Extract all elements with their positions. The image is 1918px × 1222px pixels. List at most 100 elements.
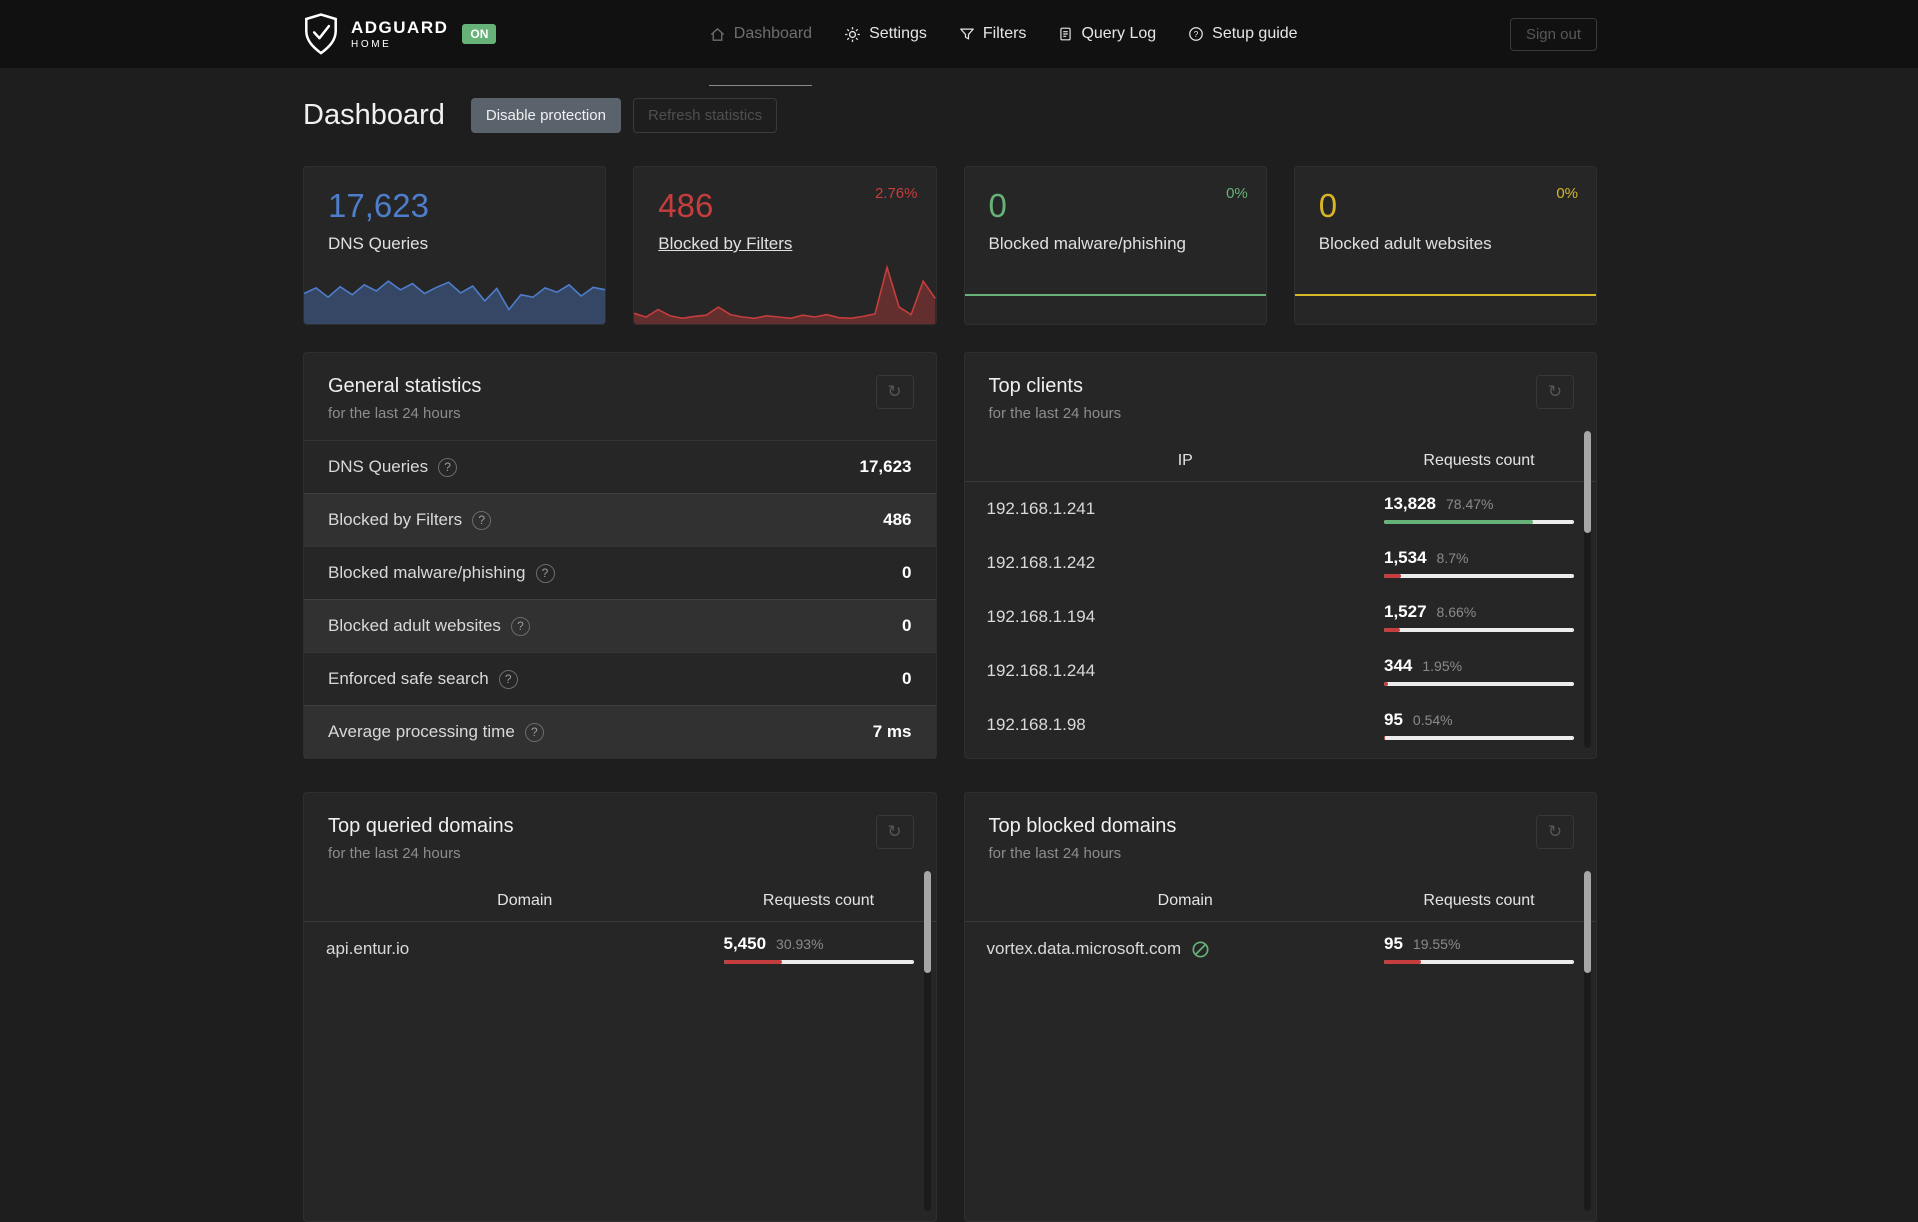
- top-queried-domains-table: api.entur.io 5,450 30.93%: [304, 922, 936, 976]
- requests-line: 13,828 78.47%: [1384, 494, 1574, 514]
- scrollbar[interactable]: [923, 871, 931, 1211]
- requests-cell: 95 19.55%: [1384, 934, 1574, 964]
- client-row: 192.168.1.194 1,527 8.66%: [965, 590, 1597, 644]
- refresh-button[interactable]: ↻: [875, 375, 914, 409]
- stat-name-label: DNS Queries: [328, 457, 429, 476]
- domain-row: vortex.data.microsoft.com 95 19.55%: [965, 922, 1597, 976]
- panel-subtitle: for the last 24 hours: [988, 845, 1122, 862]
- refresh-button[interactable]: ↻: [875, 815, 914, 849]
- trend-chart: [634, 264, 936, 324]
- client-ip[interactable]: 192.168.1.241: [987, 499, 1385, 519]
- stat-label-text: DNS Queries: [328, 234, 429, 253]
- nav-item-filters[interactable]: Filters: [959, 0, 1027, 68]
- help-icon[interactable]: ?: [498, 669, 518, 689]
- domain-label: api.entur.io: [326, 939, 410, 958]
- scrollbar[interactable]: [1584, 871, 1591, 1211]
- svg-text:?: ?: [1194, 29, 1199, 39]
- brand-title: ADGUARD: [351, 17, 449, 37]
- requests-count: 344: [1384, 656, 1413, 675]
- nav-item-setup-guide[interactable]: ? Setup guide: [1188, 0, 1298, 68]
- help-icon[interactable]: ?: [535, 563, 555, 583]
- progress-fill: [1384, 682, 1388, 686]
- scrollbar-thumb[interactable]: [923, 871, 931, 973]
- gear-icon: [844, 26, 861, 43]
- zero-trend-line: [964, 294, 1266, 296]
- column-header-domain: Domain: [497, 891, 553, 909]
- client-ip[interactable]: 192.168.1.98: [987, 715, 1385, 735]
- table-header: IP Requests count: [964, 440, 1596, 482]
- client-ip[interactable]: 192.168.1.194: [987, 607, 1385, 627]
- requests-line: 5,450 30.93%: [724, 934, 914, 954]
- scrollbar-thumb[interactable]: [1584, 431, 1591, 533]
- stat-cards-row: 17,623 DNS Queries 2.76% 486 Blocked by Filt…: [303, 166, 1597, 325]
- requests-percent: 30.93%: [776, 936, 824, 952]
- question-icon: ?: [1188, 26, 1204, 42]
- progress-fill: [1384, 520, 1534, 524]
- help-icon[interactable]: ?: [524, 722, 544, 742]
- refresh-button[interactable]: ↻: [1536, 375, 1574, 409]
- domain-name[interactable]: api.entur.io: [326, 939, 724, 959]
- general-statistics-row: Average processing time? 7 ms: [304, 705, 936, 758]
- progress-bar: [1384, 520, 1574, 524]
- progress-bar: [1384, 960, 1574, 964]
- requests-cell: 13,828 78.47%: [1384, 494, 1574, 524]
- client-row: 192.168.1.242 1,534 8.7%: [965, 536, 1597, 590]
- progress-fill: [1384, 736, 1386, 740]
- table-header: Domain Requests count: [964, 880, 1596, 922]
- progress-fill: [1384, 628, 1401, 632]
- column-header-domain: Domain: [1157, 891, 1213, 909]
- client-row: 192.168.1.98 95 0.54%: [965, 698, 1597, 752]
- scrollbar-thumb[interactable]: [1584, 871, 1591, 973]
- adguard-shield-icon: [303, 13, 339, 55]
- adguard-logo[interactable]: ADGUARD HOME ON: [303, 13, 497, 55]
- panel-title: Top blocked domains: [988, 815, 1177, 837]
- zero-trend-line: [1294, 294, 1596, 296]
- client-ip[interactable]: 192.168.1.242: [987, 553, 1385, 573]
- scrollbar[interactable]: [1584, 431, 1591, 748]
- client-ip[interactable]: 192.168.1.244: [987, 661, 1385, 681]
- stat-card-blocked-adult-websites: 0% 0 Blocked adult websites: [1293, 166, 1597, 325]
- column-header-ip: IP: [1177, 451, 1193, 469]
- top-blocked-domains-table: vortex.data.microsoft.com 95 19.55%: [965, 922, 1597, 976]
- progress-bar: [723, 960, 914, 964]
- stat-label-link[interactable]: Blocked by Filters: [658, 234, 792, 253]
- requests-percent: 19.55%: [1412, 936, 1461, 952]
- general-statistics-row: Blocked by Filters? 486: [304, 493, 936, 546]
- sign-out-button[interactable]: Sign out: [1509, 17, 1597, 51]
- stat-label-text: Blocked malware/phishing: [988, 234, 1187, 253]
- help-icon[interactable]: ?: [438, 457, 458, 477]
- panel-title: Top clients: [988, 375, 1084, 397]
- general-statistics-row: Blocked adult websites? 0: [304, 599, 936, 652]
- nav-item-query-log[interactable]: Query Log: [1058, 0, 1156, 68]
- top-queried-domains-panel: Top queried domains for the last 24 hour…: [303, 792, 937, 1222]
- column-header-requests-count: Requests count: [762, 891, 875, 909]
- home-icon: [709, 26, 726, 43]
- disable-protection-button[interactable]: Disable protection: [470, 98, 621, 133]
- client-row: 192.168.1.244 344 1.95%: [965, 644, 1597, 698]
- panel-title: Top queried domains: [328, 815, 514, 837]
- nav-item-label: Filters: [982, 25, 1027, 42]
- refresh-icon: ↻: [1547, 822, 1563, 841]
- help-icon[interactable]: ?: [472, 510, 492, 530]
- refresh-statistics-button[interactable]: Refresh statistics: [632, 98, 778, 133]
- stat-percent: 0%: [1556, 185, 1578, 202]
- progress-bar: [1384, 682, 1574, 686]
- help-icon[interactable]: ?: [510, 616, 530, 636]
- requests-count: 95: [1384, 710, 1403, 729]
- stat-label: Blocked by Filters: [634, 225, 935, 254]
- stat-name: Blocked adult websites?: [328, 616, 530, 636]
- requests-percent: 8.7%: [1436, 550, 1469, 566]
- stat-name-label: Blocked adult websites: [328, 616, 501, 635]
- refresh-button[interactable]: ↻: [1536, 815, 1574, 849]
- stat-label: DNS Queries: [304, 225, 605, 254]
- nav-item-settings[interactable]: Settings: [844, 0, 927, 68]
- top-blocked-domains-panel: Top blocked domains for the last 24 hour…: [963, 792, 1597, 1222]
- requests-line: 1,534 8.7%: [1384, 548, 1574, 568]
- domain-name[interactable]: vortex.data.microsoft.com: [987, 939, 1385, 959]
- progress-fill: [1384, 960, 1422, 964]
- stat-value: 0: [1318, 187, 1338, 224]
- stat-card-blocked-by-filters: 2.76% 486 Blocked by Filters: [633, 166, 937, 325]
- stat-value: 0: [988, 187, 1007, 224]
- stat-name: Average processing time?: [328, 722, 544, 742]
- nav-item-dashboard[interactable]: Dashboard: [708, 0, 813, 86]
